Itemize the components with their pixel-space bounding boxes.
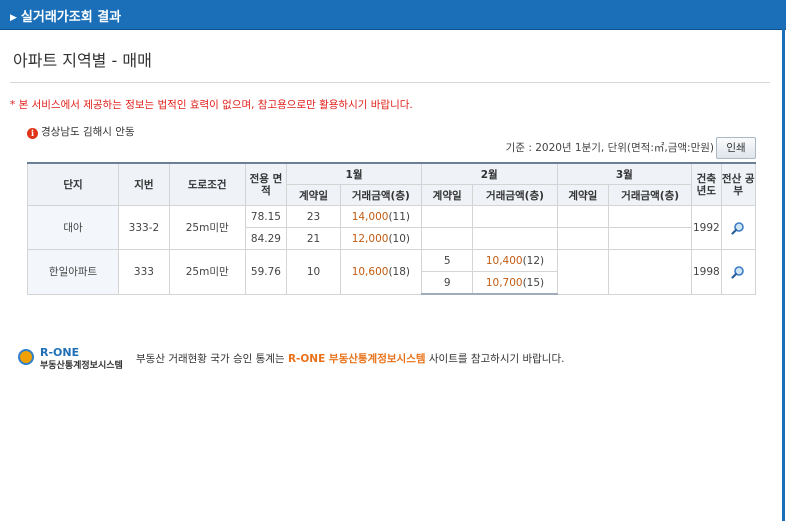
- rone-logo[interactable]: R-ONE 부동산통계정보시스템: [18, 343, 138, 371]
- header-contract-day: 계약일: [556, 184, 610, 206]
- transaction-table: 단지 지번 도로조건 전용 면적 1월 2월 3월 건축 년도 전산 공부 계약…: [26, 162, 756, 295]
- empty-cell: [472, 205, 558, 228]
- header-contract-day: 계약일: [286, 184, 341, 206]
- right-border: [782, 29, 785, 521]
- print-button[interactable]: 인쇄: [716, 137, 756, 159]
- region-text: 경상남도 김해시 안동: [41, 126, 135, 138]
- floor-value: (11): [388, 210, 410, 223]
- lot-number: 333: [118, 249, 170, 295]
- rone-text-after: 사이트를 참고하시기 바랍니다.: [428, 353, 565, 365]
- empty-cell: [556, 249, 610, 295]
- info-icon: i: [27, 128, 38, 139]
- floor-value: (12): [522, 254, 545, 267]
- magnifier-icon[interactable]: [731, 221, 745, 235]
- amount-value: 12,000: [351, 232, 389, 245]
- header-complex: 단지: [26, 162, 120, 206]
- region-label: i 경상남도 김해시 안동: [27, 124, 135, 139]
- area-value: 78.15: [244, 205, 288, 228]
- header-amount: 거래금액(층): [472, 184, 558, 206]
- year-built: 1998: [691, 249, 722, 295]
- ledger-cell[interactable]: [720, 249, 756, 295]
- area-value: 84.29: [244, 227, 288, 250]
- contract-day: 10: [286, 249, 341, 295]
- empty-cell: [420, 227, 474, 250]
- contract-day: 9: [420, 271, 474, 295]
- basis-text: 기준 : 2020년 1분기, 단위(면적:㎡,금액:만원): [505, 142, 714, 154]
- header-ledger: 전산 공부: [720, 162, 756, 206]
- table-row: 한일아파트 333 25m미만 59.76 10 10,600(18) 5 10…: [26, 249, 756, 295]
- floor-value: (15): [522, 276, 545, 289]
- header-month-3: 3월: [556, 162, 693, 185]
- header-contract-day: 계약일: [420, 184, 474, 206]
- table-header-row: 단지 지번 도로조건 전용 면적 1월 2월 3월 건축 년도 전산 공부: [26, 162, 756, 206]
- arrow-right-icon: ▶: [10, 13, 17, 23]
- year-built: 1992: [691, 205, 722, 250]
- header-amount: 거래금액(층): [608, 184, 693, 206]
- road-condition: 25m미만: [168, 205, 246, 250]
- header-bar: ▶ 실거래가조회 결과: [0, 0, 786, 30]
- ledger-cell[interactable]: [720, 205, 756, 250]
- amount-value: 10,700: [485, 276, 523, 289]
- amount-cell: 10,600(18): [339, 249, 422, 295]
- area-value: 59.76: [244, 249, 288, 295]
- contract-day: 5: [420, 249, 474, 272]
- amount-value: 10,400: [485, 254, 523, 267]
- empty-cell: [608, 205, 693, 228]
- header-month-2: 2월: [420, 162, 558, 185]
- rone-brand-sub: 부동산통계정보시스템: [40, 361, 123, 371]
- complex-name: 한일아파트: [26, 249, 120, 295]
- rone-link[interactable]: R-ONE 부동산통계정보시스템: [288, 353, 426, 365]
- amount-value: 10,600: [351, 265, 389, 278]
- header-month-1: 1월: [286, 162, 422, 185]
- header-lot: 지번: [118, 162, 170, 206]
- header-title: ▶ 실거래가조회 결과: [10, 6, 121, 25]
- header-road: 도로조건: [168, 162, 246, 206]
- divider: [10, 82, 770, 83]
- empty-cell: [608, 249, 693, 295]
- complex-name: 대아: [26, 205, 120, 250]
- empty-cell: [556, 205, 610, 228]
- rone-text-before: 부동산 거래현황 국가 승인 통계는: [136, 353, 285, 365]
- floor-value: (18): [388, 265, 410, 278]
- header-amount: 거래금액(층): [339, 184, 422, 206]
- table-row: 대아 333-2 25m미만 78.15 23 14,000(11) 1992: [26, 205, 756, 250]
- empty-cell: [608, 227, 693, 250]
- page-title: 아파트 지역별 - 매매: [13, 51, 152, 70]
- empty-cell: [472, 227, 558, 250]
- rone-notice: R-ONE 부동산통계정보시스템 부동산 거래현황 국가 승인 통계는 R-ON…: [18, 343, 778, 371]
- empty-cell: [556, 227, 610, 250]
- magnifier-icon[interactable]: [731, 265, 745, 279]
- header-year-built: 건축 년도: [691, 162, 722, 206]
- amount-cell: 12,000(10): [339, 227, 422, 250]
- amount-value: 14,000: [351, 210, 389, 223]
- empty-cell: [420, 205, 474, 228]
- contract-day: 23: [286, 205, 341, 228]
- floor-value: (10): [388, 232, 410, 245]
- rone-text: 부동산 거래현황 국가 승인 통계는 R-ONE 부동산통계정보시스템 사이트를…: [136, 351, 564, 366]
- rone-logo-icon: [18, 349, 34, 365]
- road-condition: 25m미만: [168, 249, 246, 295]
- disclaimer-notice: * 본 서비스에서 제공하는 정보는 법적인 효력이 없으며, 참고용으로만 활…: [10, 99, 413, 111]
- header-title-text: 실거래가조회 결과: [20, 10, 122, 25]
- amount-cell: 10,700(15): [472, 271, 558, 295]
- amount-cell: 14,000(11): [339, 205, 422, 228]
- amount-cell: 10,400(12): [472, 249, 558, 272]
- lot-number: 333-2: [118, 205, 170, 250]
- header-area: 전용 면적: [244, 162, 288, 206]
- contract-day: 21: [286, 227, 341, 250]
